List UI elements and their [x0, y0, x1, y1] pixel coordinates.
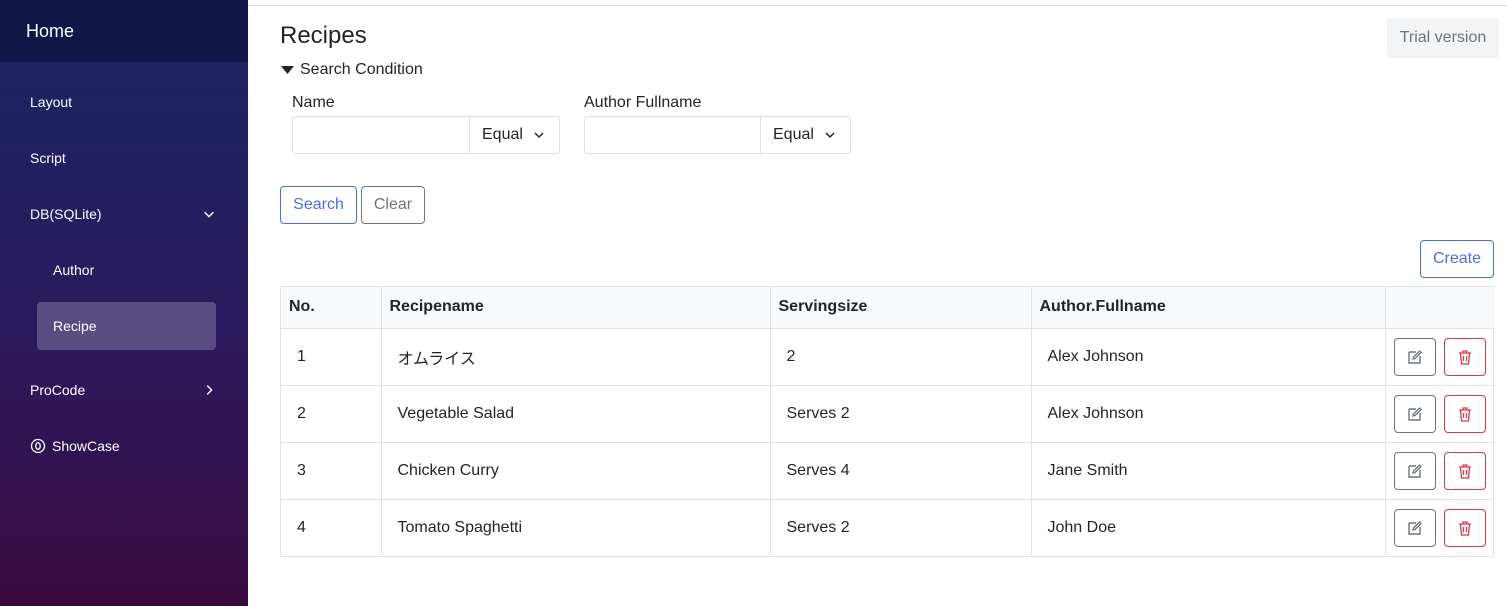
pencil-square-icon — [1407, 463, 1422, 478]
cell-actions — [1385, 385, 1495, 443]
trash-icon — [1458, 521, 1471, 536]
author-fullname-filter-group: Equal — [584, 116, 851, 154]
chevron-down-icon — [825, 132, 835, 139]
operator-label: Equal — [482, 126, 523, 143]
clear-button[interactable]: Clear — [361, 186, 425, 224]
author-fullname-input[interactable] — [585, 117, 760, 153]
name-input[interactable] — [293, 117, 469, 153]
sidebar-item-label: Script — [30, 150, 66, 166]
delete-button[interactable] — [1443, 337, 1486, 376]
page-title: Recipes — [280, 22, 367, 49]
sidebar-item-label: DB(SQLite) — [30, 206, 102, 222]
table-header-row: No. Recipename Servingsize Author.Fullna… — [281, 287, 1495, 329]
edit-button[interactable] — [1393, 337, 1436, 376]
cell-no: 2 — [281, 385, 382, 443]
cell-recipename: Tomato Spaghetti — [381, 499, 771, 556]
name-field-label: Name — [292, 94, 335, 111]
cell-servingsize: Serves 4 — [770, 442, 1032, 500]
sidebar-item-procode[interactable]: ProCode — [0, 366, 248, 414]
pencil-square-icon — [1407, 520, 1422, 535]
brand-label: Home — [26, 20, 75, 41]
table-row[interactable]: 2 Vegetable Salad Serves 2 Alex Johnson — [281, 385, 1495, 443]
circle-zero-icon — [30, 438, 46, 454]
cell-recipename: Vegetable Salad — [381, 385, 771, 443]
cell-author: John Doe — [1031, 499, 1386, 556]
cell-author: Alex Johnson — [1031, 385, 1386, 443]
sidebar-item-author[interactable]: Author — [0, 246, 248, 294]
trash-icon — [1458, 349, 1471, 365]
search-condition-label: Search Condition — [300, 61, 423, 78]
sidebar-item-recipe[interactable]: Recipe — [37, 302, 216, 350]
table-row[interactable]: 3 Chicken Curry Serves 4 Jane Smith — [281, 442, 1495, 500]
chevron-right-icon — [206, 385, 213, 395]
column-header-no[interactable]: No. — [281, 287, 382, 329]
trash-icon — [1458, 463, 1471, 479]
delete-button[interactable] — [1443, 394, 1486, 433]
cell-servingsize: Serves 2 — [770, 385, 1032, 443]
sidebar-item-label: Author — [53, 262, 95, 278]
create-button[interactable]: Create — [1420, 240, 1494, 278]
column-header-actions — [1385, 287, 1495, 329]
table-row[interactable]: 4 Tomato Spaghetti Serves 2 John Doe — [281, 499, 1495, 556]
delete-button[interactable] — [1443, 451, 1486, 490]
chevron-down-icon — [204, 211, 214, 218]
column-header-servingsize[interactable]: Servingsize — [770, 287, 1032, 329]
cell-no: 4 — [281, 499, 382, 556]
sidebar-item-layout[interactable]: Layout — [0, 78, 248, 126]
cell-recipename: Chicken Curry — [381, 442, 771, 500]
sidebar-brand-home[interactable]: Home — [0, 0, 248, 62]
author-fullname-operator-select[interactable]: Equal — [760, 117, 850, 153]
cell-servingsize: Serves 2 — [770, 499, 1032, 556]
trial-version-badge: Trial version — [1387, 18, 1499, 58]
sidebar-item-script[interactable]: Script — [0, 134, 248, 182]
name-operator-select[interactable]: Equal — [469, 117, 559, 153]
search-condition-toggle[interactable]: Search Condition — [281, 61, 423, 79]
edit-button[interactable] — [1393, 508, 1436, 547]
cell-recipename: オムライス — [381, 328, 771, 386]
trash-icon — [1458, 406, 1471, 422]
author-fullname-field-label: Author Fullname — [584, 94, 702, 111]
sidebar-item-label: ShowCase — [52, 438, 120, 454]
sidebar-item-db-sqlite[interactable]: DB(SQLite) — [0, 190, 248, 238]
cell-actions — [1385, 328, 1495, 386]
cell-actions — [1385, 442, 1495, 500]
cell-servingsize: 2 — [770, 328, 1032, 386]
operator-label: Equal — [773, 126, 814, 143]
cell-no: 1 — [281, 328, 382, 386]
cell-no: 3 — [281, 442, 382, 500]
cell-actions — [1385, 499, 1495, 556]
delete-button[interactable] — [1443, 508, 1486, 547]
top-divider — [248, 5, 1507, 6]
sidebar-item-label: Layout — [30, 94, 73, 110]
table-row[interactable]: 1 オムライス 2 Alex Johnson — [281, 328, 1495, 386]
pencil-square-icon — [1407, 349, 1422, 364]
cell-author: Jane Smith — [1031, 442, 1386, 500]
sidebar-item-showcase[interactable]: ShowCase — [0, 422, 248, 470]
pencil-square-icon — [1407, 406, 1422, 421]
caret-down-icon — [281, 66, 294, 74]
edit-button[interactable] — [1393, 451, 1436, 490]
sidebar-item-label: Recipe — [53, 318, 97, 334]
search-button[interactable]: Search — [280, 186, 357, 224]
recipes-table: No. Recipename Servingsize Author.Fullna… — [280, 286, 1495, 557]
cell-author: Alex Johnson — [1031, 328, 1386, 386]
chevron-down-icon — [534, 132, 544, 139]
column-header-recipename[interactable]: Recipename — [381, 287, 771, 329]
sidebar: Home Layout Script DB(SQLite) Author Rec… — [0, 0, 248, 606]
name-filter-group: Equal — [292, 116, 560, 154]
column-header-author-fullname[interactable]: Author.Fullname — [1031, 287, 1386, 329]
edit-button[interactable] — [1393, 394, 1436, 433]
sidebar-item-label: ProCode — [30, 382, 86, 398]
